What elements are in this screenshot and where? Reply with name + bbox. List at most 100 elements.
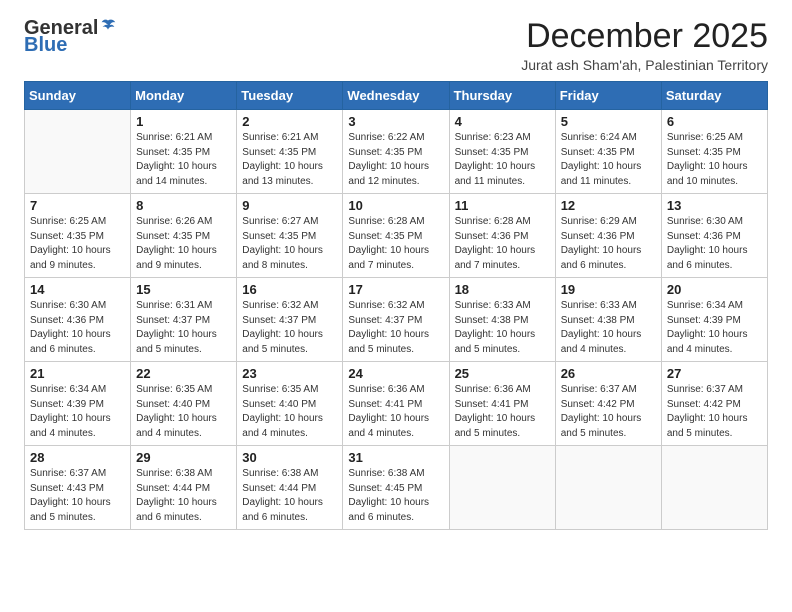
calendar-day-cell: 10 Sunrise: 6:28 AM Sunset: 4:35 PM Dayli…: [343, 194, 449, 278]
day-info: Sunrise: 6:35 AM Sunset: 4:40 PM Dayligh…: [242, 383, 337, 441]
day-number: 23: [242, 366, 337, 381]
day-number: 22: [136, 366, 231, 381]
day-number: 17: [348, 282, 443, 297]
day-info: Sunrise: 6:31 AM Sunset: 4:37 PM Dayligh…: [136, 299, 231, 357]
calendar-day-cell: 22Sunrise: 6:35 AM Sunset: 4:40 PM Dayli…: [131, 362, 237, 446]
calendar-day-cell: 25 Sunrise: 6:36 AM Sunset: 4:41 PM Dayli…: [449, 362, 555, 446]
calendar-day-cell: [449, 446, 555, 530]
logo: General Blue: [24, 18, 117, 57]
day-number: 27: [667, 366, 762, 381]
day-info: Sunrise: 6:27 AM Sunset: 4:35 PM Dayligh…: [242, 215, 337, 273]
calendar-day-cell: [555, 446, 661, 530]
calendar-day-cell: 2Sunrise: 6:21 AM Sunset: 4:35 PM Daylig…: [237, 110, 343, 194]
day-info: Sunrise: 6:30 AM Sunset: 4:36 PM Dayligh…: [30, 299, 125, 357]
day-info: Sunrise: 6:21 AM Sunset: 4:35 PM Dayligh…: [136, 131, 231, 189]
calendar-day-cell: 30 Sunrise: 6:38 AM Sunset: 4:44 PM Dayli…: [237, 446, 343, 530]
calendar-day-cell: 18Sunrise: 6:33 AM Sunset: 4:38 PM Dayli…: [449, 278, 555, 362]
day-info: Sunrise: 6:29 AM Sunset: 4:36 PM Dayligh…: [561, 215, 656, 273]
calendar-day-cell: 11 Sunrise: 6:28 AM Sunset: 4:36 PM Dayli…: [449, 194, 555, 278]
day-of-week-header: Monday: [131, 82, 237, 110]
calendar-day-cell: 4 Sunrise: 6:23 AM Sunset: 4:35 PM Daylig…: [449, 110, 555, 194]
calendar-day-cell: 24Sunrise: 6:36 AM Sunset: 4:41 PM Dayli…: [343, 362, 449, 446]
calendar-day-cell: 1 Sunrise: 6:21 AM Sunset: 4:35 PM Daylig…: [131, 110, 237, 194]
day-info: Sunrise: 6:34 AM Sunset: 4:39 PM Dayligh…: [667, 299, 762, 357]
day-number: 30: [242, 450, 337, 465]
subtitle: Jurat ash Sham'ah, Palestinian Territory: [521, 57, 768, 73]
day-number: 1: [136, 114, 231, 129]
day-number: 8: [136, 198, 231, 213]
calendar-day-cell: 26Sunrise: 6:37 AM Sunset: 4:42 PM Dayli…: [555, 362, 661, 446]
day-number: 10: [348, 198, 443, 213]
calendar-week-row: 21Sunrise: 6:34 AM Sunset: 4:39 PM Dayli…: [25, 362, 768, 446]
calendar-body: 1 Sunrise: 6:21 AM Sunset: 4:35 PM Daylig…: [25, 110, 768, 530]
day-info: Sunrise: 6:21 AM Sunset: 4:35 PM Dayligh…: [242, 131, 337, 189]
calendar-day-cell: 23 Sunrise: 6:35 AM Sunset: 4:40 PM Dayli…: [237, 362, 343, 446]
day-of-week-header: Friday: [555, 82, 661, 110]
day-info: Sunrise: 6:37 AM Sunset: 4:42 PM Dayligh…: [561, 383, 656, 441]
calendar-day-cell: 9 Sunrise: 6:27 AM Sunset: 4:35 PM Daylig…: [237, 194, 343, 278]
day-info: Sunrise: 6:22 AM Sunset: 4:35 PM Dayligh…: [348, 131, 443, 189]
day-info: Sunrise: 6:36 AM Sunset: 4:41 PM Dayligh…: [455, 383, 550, 441]
calendar-day-cell: 17 Sunrise: 6:32 AM Sunset: 4:37 PM Dayli…: [343, 278, 449, 362]
day-of-week-header: Tuesday: [237, 82, 343, 110]
day-info: Sunrise: 6:25 AM Sunset: 4:35 PM Dayligh…: [667, 131, 762, 189]
calendar-week-row: 14 Sunrise: 6:30 AM Sunset: 4:36 PM Dayli…: [25, 278, 768, 362]
day-number: 28: [30, 450, 125, 465]
calendar-day-cell: 8 Sunrise: 6:26 AM Sunset: 4:35 PM Daylig…: [131, 194, 237, 278]
day-of-week-header: Wednesday: [343, 82, 449, 110]
calendar-day-cell: [661, 446, 767, 530]
day-number: 9: [242, 198, 337, 213]
logo-blue-text: Blue: [24, 34, 67, 57]
day-number: 4: [455, 114, 550, 129]
calendar-day-cell: 5Sunrise: 6:24 AM Sunset: 4:35 PM Daylig…: [555, 110, 661, 194]
day-info: Sunrise: 6:38 AM Sunset: 4:44 PM Dayligh…: [242, 467, 337, 525]
day-number: 20: [667, 282, 762, 297]
day-number: 12: [561, 198, 656, 213]
calendar-day-cell: 6 Sunrise: 6:25 AM Sunset: 4:35 PM Daylig…: [661, 110, 767, 194]
calendar-day-cell: 27 Sunrise: 6:37 AM Sunset: 4:42 PM Dayli…: [661, 362, 767, 446]
day-info: Sunrise: 6:36 AM Sunset: 4:41 PM Dayligh…: [348, 383, 443, 441]
day-number: 13: [667, 198, 762, 213]
day-number: 19: [561, 282, 656, 297]
day-info: Sunrise: 6:25 AM Sunset: 4:35 PM Dayligh…: [30, 215, 125, 273]
day-header-row: SundayMondayTuesdayWednesdayThursdayFrid…: [25, 82, 768, 110]
calendar-day-cell: 29Sunrise: 6:38 AM Sunset: 4:44 PM Dayli…: [131, 446, 237, 530]
day-number: 6: [667, 114, 762, 129]
day-info: Sunrise: 6:28 AM Sunset: 4:35 PM Dayligh…: [348, 215, 443, 273]
calendar-day-cell: 3 Sunrise: 6:22 AM Sunset: 4:35 PM Daylig…: [343, 110, 449, 194]
day-number: 5: [561, 114, 656, 129]
calendar-header: SundayMondayTuesdayWednesdayThursdayFrid…: [25, 82, 768, 110]
day-number: 16: [242, 282, 337, 297]
day-number: 11: [455, 198, 550, 213]
day-number: 18: [455, 282, 550, 297]
calendar-day-cell: 14 Sunrise: 6:30 AM Sunset: 4:36 PM Dayli…: [25, 278, 131, 362]
day-number: 25: [455, 366, 550, 381]
day-of-week-header: Sunday: [25, 82, 131, 110]
logo-bird-icon: [99, 17, 117, 35]
day-info: Sunrise: 6:26 AM Sunset: 4:35 PM Dayligh…: [136, 215, 231, 273]
calendar-day-cell: 28Sunrise: 6:37 AM Sunset: 4:43 PM Dayli…: [25, 446, 131, 530]
day-info: Sunrise: 6:28 AM Sunset: 4:36 PM Dayligh…: [455, 215, 550, 273]
day-info: Sunrise: 6:37 AM Sunset: 4:42 PM Dayligh…: [667, 383, 762, 441]
day-number: 31: [348, 450, 443, 465]
day-info: Sunrise: 6:38 AM Sunset: 4:45 PM Dayligh…: [348, 467, 443, 525]
calendar-day-cell: [25, 110, 131, 194]
calendar-week-row: 7Sunrise: 6:25 AM Sunset: 4:35 PM Daylig…: [25, 194, 768, 278]
day-info: Sunrise: 6:30 AM Sunset: 4:36 PM Dayligh…: [667, 215, 762, 273]
day-number: 14: [30, 282, 125, 297]
calendar-week-row: 1 Sunrise: 6:21 AM Sunset: 4:35 PM Daylig…: [25, 110, 768, 194]
day-of-week-header: Saturday: [661, 82, 767, 110]
day-info: Sunrise: 6:33 AM Sunset: 4:38 PM Dayligh…: [561, 299, 656, 357]
calendar-day-cell: 31 Sunrise: 6:38 AM Sunset: 4:45 PM Dayli…: [343, 446, 449, 530]
calendar-day-cell: 19 Sunrise: 6:33 AM Sunset: 4:38 PM Dayli…: [555, 278, 661, 362]
calendar-day-cell: 15Sunrise: 6:31 AM Sunset: 4:37 PM Dayli…: [131, 278, 237, 362]
header: General Blue December 2025 Jurat ash Sha…: [24, 18, 768, 73]
day-number: 3: [348, 114, 443, 129]
day-info: Sunrise: 6:23 AM Sunset: 4:35 PM Dayligh…: [455, 131, 550, 189]
day-info: Sunrise: 6:32 AM Sunset: 4:37 PM Dayligh…: [348, 299, 443, 357]
calendar-day-cell: 13 Sunrise: 6:30 AM Sunset: 4:36 PM Dayli…: [661, 194, 767, 278]
calendar-day-cell: 12 Sunrise: 6:29 AM Sunset: 4:36 PM Dayli…: [555, 194, 661, 278]
day-number: 29: [136, 450, 231, 465]
day-info: Sunrise: 6:34 AM Sunset: 4:39 PM Dayligh…: [30, 383, 125, 441]
main-title: December 2025: [521, 18, 768, 55]
